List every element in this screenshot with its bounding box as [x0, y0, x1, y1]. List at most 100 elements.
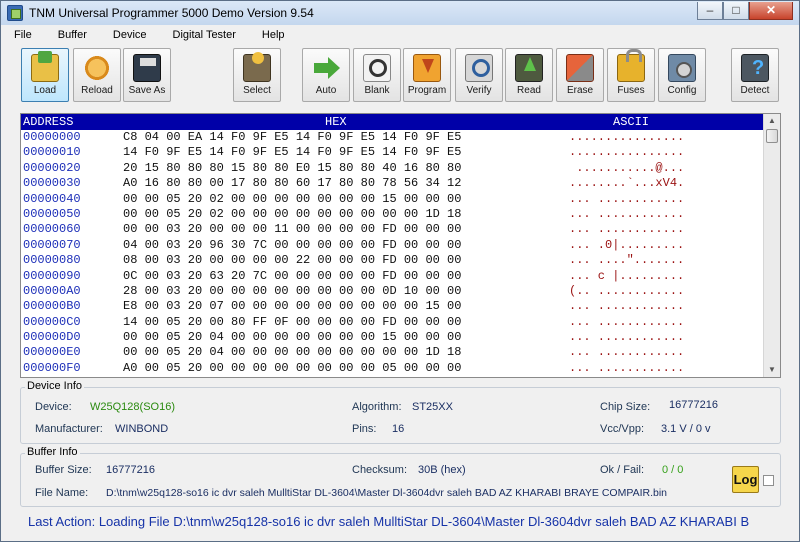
menu-device[interactable]: Device	[100, 29, 160, 41]
hex-bytes[interactable]: 00 00 05 20 02 00 00 00 00 00 00 00 00 0…	[123, 207, 461, 221]
fuses-label: Fuses	[617, 85, 645, 96]
address-header: ADDRESS	[23, 115, 74, 129]
scroll-up-icon[interactable]: ▲	[764, 114, 780, 128]
config-button[interactable]: Config	[658, 48, 706, 102]
fuses-button[interactable]: Fuses	[607, 48, 655, 102]
hex-row[interactable]: 00000070 04 00 03 20 96 30 7C 00 00 00 00…	[21, 238, 764, 253]
hex-ascii[interactable]: ................	[569, 130, 684, 144]
hex-ascii[interactable]: ...........@...	[569, 161, 684, 175]
hex-ascii[interactable]: ... ............	[569, 299, 684, 313]
status-bar-text: Last Action: Loading File D:\tnm\w25q128…	[28, 514, 750, 529]
hex-row[interactable]: 000000B0 E8 00 03 20 07 00 00 00 00 00 00…	[21, 299, 764, 314]
folder-open-icon	[31, 51, 59, 82]
title-bar[interactable]: TNM Universal Programmer 5000 Demo Versi…	[1, 1, 799, 25]
hex-bytes[interactable]: 20 15 80 80 80 15 80 80 E0 15 80 80 40 1…	[123, 161, 461, 175]
hex-row[interactable]: 00000060 00 00 03 20 00 00 00 11 00 00 00…	[21, 222, 764, 237]
hex-bytes[interactable]: 00 00 05 20 04 00 00 00 00 00 00 00 00 0…	[123, 345, 461, 359]
hex-row[interactable]: 000000D0 00 00 05 20 04 00 00 00 00 00 00…	[21, 330, 764, 345]
chip-select-icon	[243, 52, 271, 82]
hex-ascii[interactable]: ... c |.........	[569, 269, 684, 283]
hex-bytes[interactable]: 08 00 03 20 00 00 00 00 22 00 00 00 FD 0…	[123, 253, 461, 267]
blank-button[interactable]: Blank	[353, 48, 401, 102]
hex-ascii[interactable]: ... ............	[569, 222, 684, 236]
chip-size-label: Chip Size:	[600, 401, 651, 413]
read-label: Read	[517, 85, 541, 96]
hex-ascii[interactable]: ... ............	[569, 330, 684, 344]
hex-bytes[interactable]: 0C 00 03 20 63 20 7C 00 00 00 00 00 FD 0…	[123, 269, 461, 283]
hex-bytes[interactable]: 00 00 03 20 00 00 00 11 00 00 00 00 FD 0…	[123, 222, 461, 236]
manufacturer-value: WINBOND	[115, 423, 169, 435]
hex-ascii[interactable]: ... ....".......	[569, 253, 684, 267]
select-button[interactable]: Select	[233, 48, 281, 102]
vcc-label: Vcc/Vpp:	[600, 423, 645, 435]
hex-row[interactable]: 000000C0 14 00 05 20 00 80 FF 0F 00 00 00…	[21, 315, 764, 330]
log-button[interactable]: Log	[732, 466, 759, 493]
hex-row[interactable]: 00000030 A0 16 80 80 00 17 80 80 60 17 80…	[21, 176, 764, 191]
hex-bytes[interactable]: A0 00 05 20 00 00 00 00 00 00 00 00 05 0…	[123, 361, 461, 375]
hex-address: 000000A0	[23, 283, 81, 298]
menu-bar: File Buffer Device Digital Tester Help	[1, 25, 799, 45]
auto-button[interactable]: Auto	[302, 48, 350, 102]
hex-row[interactable]: 00000000 C8 04 00 EA 14 F0 9F E5 14 F0 9F…	[21, 130, 764, 145]
menu-buffer[interactable]: Buffer	[45, 29, 100, 41]
hex-bytes[interactable]: 04 00 03 20 96 30 7C 00 00 00 00 00 FD 0…	[123, 238, 461, 252]
hex-ascii[interactable]: ... ............	[569, 192, 684, 206]
hex-bytes[interactable]: 00 00 05 20 02 00 00 00 00 00 00 00 15 0…	[123, 192, 461, 206]
hex-bytes[interactable]: E8 00 03 20 07 00 00 00 00 00 00 00 00 0…	[123, 299, 461, 313]
hex-ascii[interactable]: ... .0|.........	[569, 238, 684, 252]
hex-ascii[interactable]: ........`...xV4.	[569, 176, 684, 190]
read-button[interactable]: Read	[505, 48, 553, 102]
scroll-thumb[interactable]	[766, 129, 778, 143]
algorithm-value: ST25XX	[412, 401, 453, 413]
hex-row[interactable]: 00000090 0C 00 03 20 63 20 7C 00 00 00 00…	[21, 269, 764, 284]
save-as-button[interactable]: Save As	[123, 48, 171, 102]
hex-row[interactable]: 000000F0 A0 00 05 20 00 00 00 00 00 00 00…	[21, 361, 764, 376]
hex-address: 00000060	[23, 222, 81, 237]
hex-row[interactable]: 000000E0 00 00 05 20 04 00 00 00 00 00 00…	[21, 345, 764, 360]
hex-ascii[interactable]: ... ............	[569, 315, 684, 329]
hex-bytes[interactable]: C8 04 00 EA 14 F0 9F E5 14 F0 9F E5 14 F…	[123, 130, 461, 144]
hex-ascii[interactable]: ................	[569, 145, 684, 159]
hex-bytes[interactable]: 14 00 05 20 00 80 FF 0F 00 00 00 00 FD 0…	[123, 315, 461, 329]
close-button[interactable]: ✕	[749, 2, 793, 20]
hex-bytes[interactable]: A0 16 80 80 00 17 80 80 60 17 80 80 78 5…	[123, 176, 461, 190]
program-button[interactable]: Program	[403, 48, 451, 102]
hex-bytes[interactable]: 14 F0 9F E5 14 F0 9F E5 14 F0 9F E5 14 F…	[123, 145, 461, 159]
menu-help[interactable]: Help	[249, 29, 298, 41]
minimize-button[interactable]: –	[697, 2, 723, 20]
upload-arrow-icon	[515, 54, 543, 82]
hex-ascii[interactable]: (.. ............	[569, 284, 684, 298]
hex-bytes[interactable]: 00 00 05 20 04 00 00 00 00 00 00 00 15 0…	[123, 330, 461, 344]
config-label: Config	[667, 85, 697, 96]
scroll-down-icon[interactable]: ▼	[764, 363, 780, 377]
hex-editor[interactable]: ADDRESS HEX ASCII 00000000 C8 04 00 EA 14…	[20, 113, 781, 378]
hex-header: ADDRESS HEX ASCII	[21, 114, 764, 130]
hex-row[interactable]: 00000080 08 00 03 20 00 00 00 00 22 00 00…	[21, 253, 764, 268]
reload-button[interactable]: Reload	[73, 48, 121, 102]
menu-file[interactable]: File	[1, 29, 45, 41]
hex-row[interactable]: 000000A0 28 00 03 20 00 00 00 00 00 00 00…	[21, 284, 764, 299]
hex-scrollbar[interactable]: ▲ ▼	[763, 114, 780, 377]
hex-ascii[interactable]: ... ............	[569, 345, 684, 359]
hex-ascii[interactable]: ... ............	[569, 361, 684, 375]
hex-row[interactable]: 00000020 20 15 80 80 80 15 80 80 E0 15 80…	[21, 161, 764, 176]
file-name-value: D:\tnm\w25q128-so16 ic dvr saleh MulltiS…	[106, 487, 667, 499]
load-button[interactable]: Load	[21, 48, 69, 102]
hex-address: 00000010	[23, 145, 81, 160]
app-icon	[7, 5, 23, 21]
pins-label: Pins:	[352, 423, 377, 435]
detect-button[interactable]: Detect	[731, 48, 779, 102]
hex-row[interactable]: 00000010 14 F0 9F E5 14 F0 9F E5 14 F0 9F…	[21, 145, 764, 160]
hex-row[interactable]: 00000040 00 00 05 20 02 00 00 00 00 00 00…	[21, 192, 764, 207]
hex-rows[interactable]: 00000000 C8 04 00 EA 14 F0 9F E5 14 F0 9F…	[21, 130, 764, 376]
algorithm-label: Algorithm:	[352, 401, 402, 413]
hex-ascii[interactable]: ... ............	[569, 207, 684, 221]
log-checkbox[interactable]	[763, 475, 774, 486]
hex-bytes[interactable]: 28 00 03 20 00 00 00 00 00 00 00 00 0D 1…	[123, 284, 461, 298]
maximize-button[interactable]: □	[723, 2, 749, 20]
menu-digital-tester[interactable]: Digital Tester	[160, 29, 249, 41]
erase-button[interactable]: Erase	[556, 48, 604, 102]
hex-row[interactable]: 00000050 00 00 05 20 02 00 00 00 00 00 00…	[21, 207, 764, 222]
verify-button[interactable]: Verify	[455, 48, 503, 102]
select-label: Select	[243, 85, 271, 96]
